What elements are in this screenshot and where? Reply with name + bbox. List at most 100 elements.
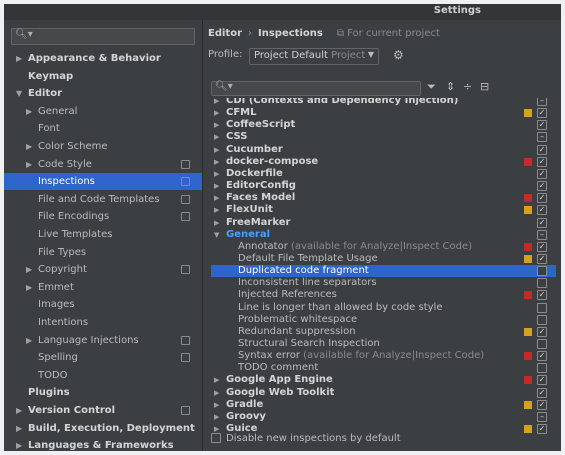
inspection-checkbox[interactable]: ✓ bbox=[537, 168, 547, 179]
chevron-right-icon[interactable]: ▶ bbox=[214, 411, 219, 423]
inspection-checkbox[interactable]: ✓ bbox=[537, 241, 547, 252]
sidebar-item[interactable]: Font bbox=[4, 120, 202, 137]
sidebar-item[interactable]: ▶ Build, Execution, Deployment bbox=[4, 420, 202, 437]
chevron-right-icon[interactable]: ▶ bbox=[214, 168, 219, 180]
chevron-right-icon[interactable]: ▶ bbox=[16, 50, 22, 67]
inspection-group[interactable]: ▶ CoffeeScript ✓ bbox=[211, 119, 556, 131]
chevron-right-icon[interactable]: ▶ bbox=[26, 261, 32, 278]
sidebar-search-input[interactable]: 🔍︎▾ bbox=[11, 28, 195, 45]
inspection-checkbox[interactable]: ✓ bbox=[537, 217, 547, 228]
inspection-checkbox[interactable]: ✓ bbox=[537, 181, 547, 192]
chevron-right-icon[interactable]: ▶ bbox=[214, 180, 219, 192]
inspection-checkbox[interactable] bbox=[537, 339, 547, 349]
inspection-checkbox[interactable] bbox=[537, 314, 547, 325]
sidebar-item[interactable]: File Encodings bbox=[4, 208, 202, 225]
inspection-checkbox[interactable]: ✓ bbox=[537, 290, 547, 301]
sidebar-item[interactable]: Keymap bbox=[4, 68, 202, 85]
inspection-checkbox[interactable]: – bbox=[537, 132, 547, 143]
sidebar-item[interactable]: ▶ Version Control bbox=[4, 402, 202, 419]
inspection-group[interactable]: ▼ General – bbox=[211, 229, 556, 241]
inspection-item[interactable]: Structural Search Inspection bbox=[211, 338, 556, 350]
chevron-right-icon[interactable]: ▶ bbox=[214, 387, 219, 399]
chevron-right-icon[interactable]: ▶ bbox=[16, 402, 22, 419]
profile-select[interactable]: Project Default Project ▼ bbox=[249, 48, 379, 65]
inspection-checkbox[interactable]: ✓ bbox=[537, 120, 547, 131]
chevron-right-icon[interactable]: ▶ bbox=[16, 420, 22, 437]
inspection-group[interactable]: ▶ EditorConfig ✓ bbox=[211, 180, 556, 192]
reset-icon[interactable]: ⊟ bbox=[480, 80, 489, 93]
chevron-right-icon[interactable]: ▶ bbox=[214, 98, 219, 107]
sidebar-item[interactable]: ▶ Language Injections bbox=[4, 332, 202, 349]
sidebar-item[interactable]: TODO bbox=[4, 367, 202, 384]
chevron-right-icon[interactable]: ▶ bbox=[214, 144, 219, 156]
sidebar-item[interactable]: ▶ Code Style bbox=[4, 156, 202, 173]
filter-icon[interactable]: ⏷ bbox=[427, 80, 436, 94]
chevron-right-icon[interactable]: ▶ bbox=[214, 131, 219, 143]
chevron-right-icon[interactable]: ▶ bbox=[26, 279, 32, 296]
inspection-group[interactable]: ▶ docker-compose ✓ bbox=[211, 156, 556, 168]
sidebar-item[interactable]: Live Templates bbox=[4, 226, 202, 243]
sidebar-item[interactable]: ▶ Languages & Frameworks bbox=[4, 437, 202, 451]
disable-new-inspections-checkbox[interactable]: Disable new inspections by default bbox=[211, 433, 401, 444]
inspection-filter-input[interactable]: 🔍︎▾ bbox=[211, 81, 421, 96]
sidebar-item[interactable]: Plugins bbox=[4, 384, 202, 401]
inspection-item[interactable]: Redundant suppression ✓ bbox=[211, 326, 556, 338]
inspection-item[interactable]: Default File Template Usage ✓ bbox=[211, 253, 556, 265]
inspection-item[interactable]: Annotator (available for Analyze|Inspect… bbox=[211, 241, 556, 253]
sidebar-item[interactable]: Inspections bbox=[4, 173, 202, 191]
chevron-right-icon[interactable]: ▶ bbox=[26, 103, 32, 120]
inspection-checkbox[interactable]: – bbox=[537, 229, 547, 240]
inspection-checkbox[interactable]: ✓ bbox=[537, 326, 547, 337]
sidebar-item[interactable]: Intentions bbox=[4, 314, 202, 331]
inspection-checkbox[interactable]: ✓ bbox=[537, 193, 547, 204]
inspection-checkbox[interactable]: ✓ bbox=[537, 156, 547, 167]
inspection-group[interactable]: ▶ Dockerfile ✓ bbox=[211, 168, 556, 180]
inspection-group[interactable]: ▶ Google App Engine ✓ bbox=[211, 374, 556, 386]
inspection-item[interactable]: Inconsistent line separators bbox=[211, 277, 556, 289]
chevron-right-icon[interactable]: ▶ bbox=[26, 138, 32, 155]
chevron-right-icon[interactable]: ▶ bbox=[214, 374, 219, 386]
inspection-group[interactable]: ▶ Groovy – bbox=[211, 411, 556, 423]
inspection-checkbox[interactable]: ✓ bbox=[537, 399, 547, 410]
collapse-all-icon[interactable]: ÷ bbox=[463, 80, 472, 93]
inspection-group[interactable]: ▶ Faces Model ✓ bbox=[211, 192, 556, 204]
sidebar-item[interactable]: ▶ Appearance & Behavior bbox=[4, 50, 202, 67]
expand-all-icon[interactable]: ⇕ bbox=[446, 80, 455, 93]
chevron-right-icon[interactable]: ▶ bbox=[214, 192, 219, 204]
inspection-checkbox[interactable] bbox=[537, 363, 547, 374]
chevron-right-icon[interactable]: ▶ bbox=[214, 156, 219, 168]
sidebar-item[interactable]: ▼ Editor bbox=[4, 85, 202, 102]
chevron-right-icon[interactable]: ▶ bbox=[214, 107, 219, 119]
inspection-item[interactable]: Injected References ✓ bbox=[211, 289, 556, 301]
inspection-checkbox[interactable]: – bbox=[537, 411, 547, 422]
chevron-right-icon[interactable]: ▶ bbox=[16, 437, 22, 451]
inspection-group[interactable]: ▶ Cucumber ✓ bbox=[211, 144, 556, 156]
inspection-item[interactable]: Problematic whitespace bbox=[211, 314, 556, 326]
chevron-right-icon[interactable]: ▶ bbox=[214, 119, 219, 131]
sidebar-item[interactable]: ▶ Color Scheme bbox=[4, 138, 202, 155]
inspection-checkbox[interactable]: – bbox=[537, 98, 547, 106]
chevron-right-icon[interactable]: ▶ bbox=[214, 217, 219, 229]
inspection-checkbox[interactable]: ✓ bbox=[537, 375, 547, 386]
inspection-checkbox[interactable]: ✓ bbox=[537, 387, 547, 398]
inspection-group[interactable]: ▶ FlexUnit ✓ bbox=[211, 204, 556, 216]
inspection-group[interactable]: ▶ FreeMarker ✓ bbox=[211, 217, 556, 229]
sidebar-item[interactable]: ▶ General bbox=[4, 103, 202, 120]
inspection-checkbox[interactable]: ✓ bbox=[537, 253, 547, 264]
gear-icon[interactable]: ⚙ bbox=[393, 48, 404, 62]
chevron-right-icon[interactable]: ▶ bbox=[214, 204, 219, 216]
inspection-item[interactable]: TODO comment bbox=[211, 362, 556, 374]
inspection-checkbox[interactable]: ✓ bbox=[537, 351, 547, 362]
inspection-group[interactable]: ▶ CDI (Contexts and Dependency Injection)… bbox=[211, 98, 556, 107]
inspection-group[interactable]: ▶ CSS – bbox=[211, 131, 556, 143]
scrollbar[interactable] bbox=[555, 98, 560, 433]
inspection-item[interactable]: Duplicated code fragment bbox=[211, 265, 556, 278]
chevron-down-icon[interactable]: ▼ bbox=[16, 85, 22, 102]
inspection-item[interactable]: Syntax error (available for Analyze|Insp… bbox=[211, 350, 556, 362]
checkbox[interactable] bbox=[211, 433, 221, 443]
inspection-checkbox[interactable]: ✓ bbox=[537, 108, 547, 119]
chevron-right-icon[interactable]: ▶ bbox=[214, 399, 219, 411]
sidebar-item[interactable]: File and Code Templates bbox=[4, 191, 202, 208]
inspection-checkbox[interactable]: ✓ bbox=[537, 205, 547, 216]
inspection-checkbox[interactable]: ✓ bbox=[537, 424, 547, 434]
